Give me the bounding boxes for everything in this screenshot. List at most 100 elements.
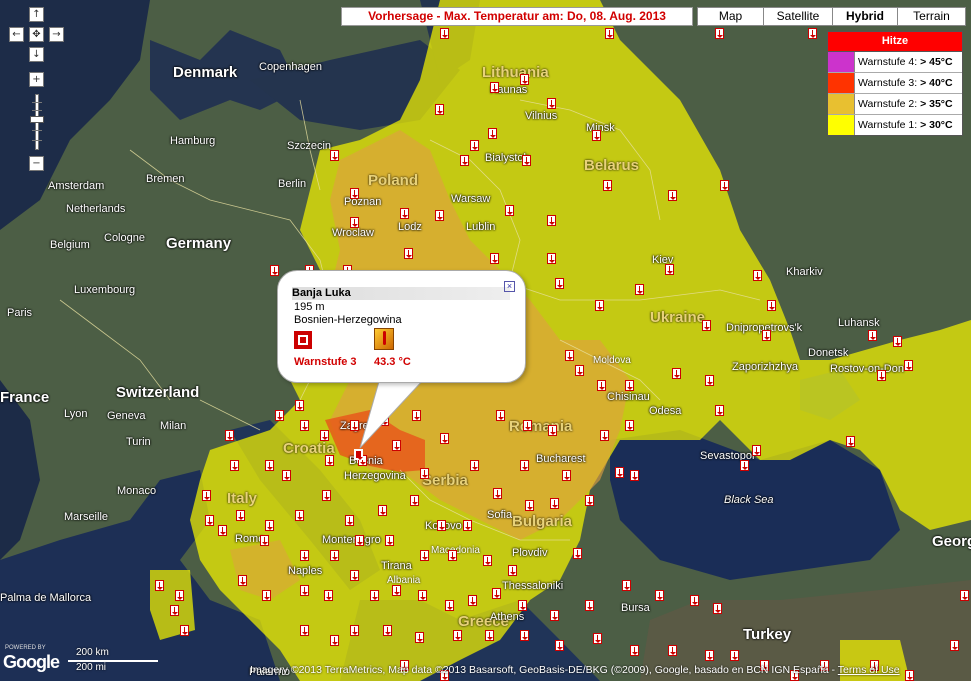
heat-warning-marker[interactable]	[593, 633, 602, 644]
heat-warning-marker[interactable]	[496, 410, 505, 421]
zoom-slider-handle[interactable]	[30, 116, 44, 123]
heat-warning-marker[interactable]	[635, 284, 644, 295]
map-type-map-button[interactable]: Map	[697, 7, 764, 26]
heat-warning-marker[interactable]	[893, 336, 902, 347]
heat-warning-marker[interactable]	[702, 320, 711, 331]
heat-warning-marker[interactable]	[445, 600, 454, 611]
heat-warning-marker[interactable]	[460, 155, 469, 166]
heat-warning-marker[interactable]	[370, 590, 379, 601]
heat-warning-marker[interactable]	[808, 28, 817, 39]
heat-warning-marker[interactable]	[690, 595, 699, 606]
heat-warning-marker[interactable]	[265, 520, 274, 531]
map-type-satellite-button[interactable]: Satellite	[763, 7, 833, 26]
heat-warning-marker[interactable]	[350, 188, 359, 199]
heat-warning-marker[interactable]	[600, 430, 609, 441]
heat-warning-marker[interactable]	[520, 630, 529, 641]
pan-down-button[interactable]: ↓	[29, 47, 44, 62]
heat-warning-marker[interactable]	[330, 150, 339, 161]
heat-warning-marker[interactable]	[846, 436, 855, 447]
heat-warning-marker[interactable]	[420, 550, 429, 561]
heat-warning-marker[interactable]	[605, 28, 614, 39]
heat-warning-marker[interactable]	[720, 180, 729, 191]
heat-warning-marker[interactable]	[603, 180, 612, 191]
heat-warning-marker[interactable]	[630, 470, 639, 481]
heat-warning-marker[interactable]	[420, 468, 429, 479]
heat-warning-marker[interactable]	[547, 215, 556, 226]
heat-warning-marker[interactable]	[767, 300, 776, 311]
heat-warning-marker[interactable]	[440, 28, 449, 39]
heat-warning-marker[interactable]	[905, 670, 914, 681]
heat-warning-marker[interactable]	[550, 610, 559, 621]
heat-warning-marker[interactable]	[740, 460, 749, 471]
heat-warning-marker[interactable]	[762, 330, 771, 341]
heat-warning-marker[interactable]	[275, 410, 284, 421]
heat-warning-marker[interactable]	[565, 350, 574, 361]
heat-warning-marker[interactable]	[418, 590, 427, 601]
heat-warning-marker[interactable]	[350, 570, 359, 581]
heat-warning-marker[interactable]	[330, 635, 339, 646]
heat-warning-marker[interactable]	[622, 580, 631, 591]
heat-warning-marker[interactable]	[350, 625, 359, 636]
heat-warning-marker[interactable]	[345, 515, 354, 526]
heat-warning-marker[interactable]	[300, 550, 309, 561]
heat-warning-marker[interactable]	[523, 420, 532, 431]
heat-warning-marker[interactable]	[665, 264, 674, 275]
heat-warning-marker[interactable]	[175, 590, 184, 601]
heat-warning-marker[interactable]	[597, 380, 606, 391]
heat-warning-marker[interactable]	[585, 495, 594, 506]
heat-warning-marker[interactable]	[218, 525, 227, 536]
heat-warning-marker[interactable]	[355, 535, 364, 546]
heat-warning-marker[interactable]	[713, 603, 722, 614]
pan-right-button[interactable]: →	[49, 27, 64, 42]
heat-warning-marker[interactable]	[378, 505, 387, 516]
heat-warning-marker[interactable]	[490, 253, 499, 264]
heat-warning-marker[interactable]	[155, 580, 164, 591]
heat-warning-marker[interactable]	[470, 460, 479, 471]
heat-warning-marker[interactable]	[468, 595, 477, 606]
heat-warning-marker[interactable]	[548, 425, 557, 436]
heat-warning-marker[interactable]	[392, 585, 401, 596]
heat-warning-marker[interactable]	[492, 588, 501, 599]
heat-warning-marker[interactable]	[324, 590, 333, 601]
heat-warning-marker[interactable]	[705, 375, 714, 386]
heat-warning-marker[interactable]	[960, 590, 969, 601]
heat-warning-marker[interactable]	[550, 498, 559, 509]
heat-warning-marker[interactable]	[493, 488, 502, 499]
heat-warning-marker[interactable]	[435, 104, 444, 115]
heat-warning-marker[interactable]	[752, 445, 761, 456]
heat-warning-marker[interactable]	[625, 380, 634, 391]
map-type-terrain-button[interactable]: Terrain	[897, 7, 966, 26]
map-type-hybrid-button[interactable]: Hybrid	[832, 7, 898, 26]
heat-warning-marker[interactable]	[562, 470, 571, 481]
heat-warning-marker[interactable]	[170, 605, 179, 616]
heat-warning-marker[interactable]	[705, 650, 714, 661]
terms-of-use-link[interactable]: Terms of Use	[838, 664, 900, 676]
heat-warning-marker[interactable]	[470, 140, 479, 151]
heat-warning-marker[interactable]	[877, 370, 886, 381]
heat-warning-marker[interactable]	[575, 365, 584, 376]
heat-warning-marker[interactable]	[520, 460, 529, 471]
pan-left-button[interactable]: ←	[9, 27, 24, 42]
heat-warning-marker[interactable]	[547, 253, 556, 264]
heat-warning-marker[interactable]	[625, 420, 634, 431]
heat-warning-marker[interactable]	[573, 548, 582, 559]
heat-warning-marker[interactable]	[230, 460, 239, 471]
heat-warning-marker[interactable]	[508, 565, 517, 576]
heat-warning-marker[interactable]	[238, 575, 247, 586]
zoom-slider[interactable]	[30, 94, 44, 150]
heat-warning-marker[interactable]	[260, 535, 269, 546]
heat-warning-marker[interactable]	[630, 645, 639, 656]
heat-warning-marker[interactable]	[522, 155, 531, 166]
heat-warning-marker[interactable]	[730, 650, 739, 661]
heat-warning-marker[interactable]	[180, 625, 189, 636]
heat-warning-marker[interactable]	[485, 630, 494, 641]
heat-warning-marker[interactable]	[520, 74, 529, 85]
heat-warning-marker[interactable]	[595, 300, 604, 311]
heat-warning-marker[interactable]	[225, 430, 234, 441]
heat-warning-marker[interactable]	[672, 368, 681, 379]
heat-warning-marker[interactable]	[655, 590, 664, 601]
heat-warning-marker[interactable]	[205, 515, 214, 526]
heat-warning-marker[interactable]	[383, 625, 392, 636]
heat-warning-marker[interactable]	[753, 270, 762, 281]
heat-warning-marker[interactable]	[547, 98, 556, 109]
